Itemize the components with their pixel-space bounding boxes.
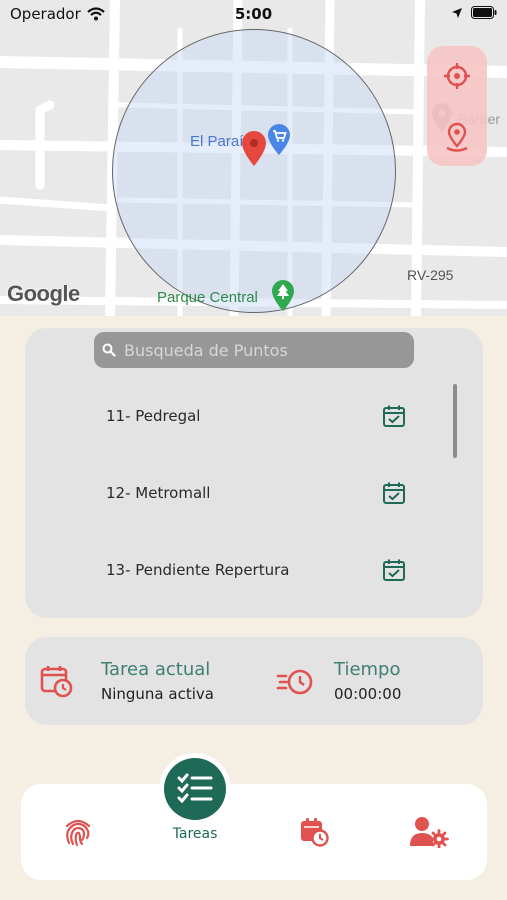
current-task-value: Ninguna activa: [101, 685, 214, 703]
list-item[interactable]: 13- Pendiente Repertura: [106, 550, 406, 590]
search-input[interactable]: [124, 340, 404, 360]
point-label: 11- Pedregal: [106, 407, 201, 425]
status-bar: Operador 5:00: [0, 0, 507, 28]
map-view[interactable]: El Paraíso Parque Central RV-295 Barber …: [0, 0, 507, 316]
tasks-list-icon: [177, 773, 213, 804]
calendar-clock-icon: [301, 818, 329, 847]
calendar-clock-icon: [40, 666, 73, 698]
map-label-park: Parque Central: [157, 289, 258, 306]
list-item[interactable]: 12- Metromall: [106, 473, 406, 513]
location-pin-icon[interactable]: [241, 131, 267, 167]
calendar-check-icon[interactable]: [382, 404, 406, 428]
clock: 5:00: [234, 5, 273, 23]
battery-icon: [471, 6, 497, 19]
park-pin-icon: [272, 280, 294, 311]
calendar-check-icon[interactable]: [382, 481, 406, 505]
location-arrow-icon: [452, 7, 462, 18]
search-bar[interactable]: [94, 332, 414, 368]
fast-clock-icon: [276, 669, 313, 695]
time-value: 00:00:00: [334, 685, 402, 703]
map-label-road: RV-295: [407, 267, 454, 283]
location-pin-icon[interactable]: [444, 122, 470, 154]
nav-tasks-button[interactable]: [164, 758, 226, 820]
current-task-title: Tarea actual: [101, 659, 211, 680]
fingerprint-icon: [65, 819, 91, 847]
geofence-circle: [112, 29, 396, 313]
map-controls: [427, 46, 487, 166]
nav-tasks-label[interactable]: Tareas: [160, 826, 230, 842]
nav-user-settings[interactable]: [408, 814, 450, 850]
list-item[interactable]: 11- Pedregal: [106, 396, 406, 436]
nav-fingerprint[interactable]: [60, 814, 96, 850]
point-label: 13- Pendiente Repertura: [106, 561, 290, 579]
nav-calendar[interactable]: [296, 814, 332, 850]
user-settings-icon: [410, 817, 449, 848]
current-task-card: [25, 637, 483, 725]
search-icon: [102, 343, 116, 357]
shopping-cart-pin-icon: [268, 124, 290, 155]
time-title: Tiempo: [334, 659, 401, 680]
point-label: 12- Metromall: [106, 484, 211, 502]
calendar-check-icon[interactable]: [382, 558, 406, 582]
crosshair-icon[interactable]: [443, 62, 471, 90]
list-scrollbar[interactable]: [453, 384, 457, 458]
google-logo: Google: [7, 281, 80, 306]
